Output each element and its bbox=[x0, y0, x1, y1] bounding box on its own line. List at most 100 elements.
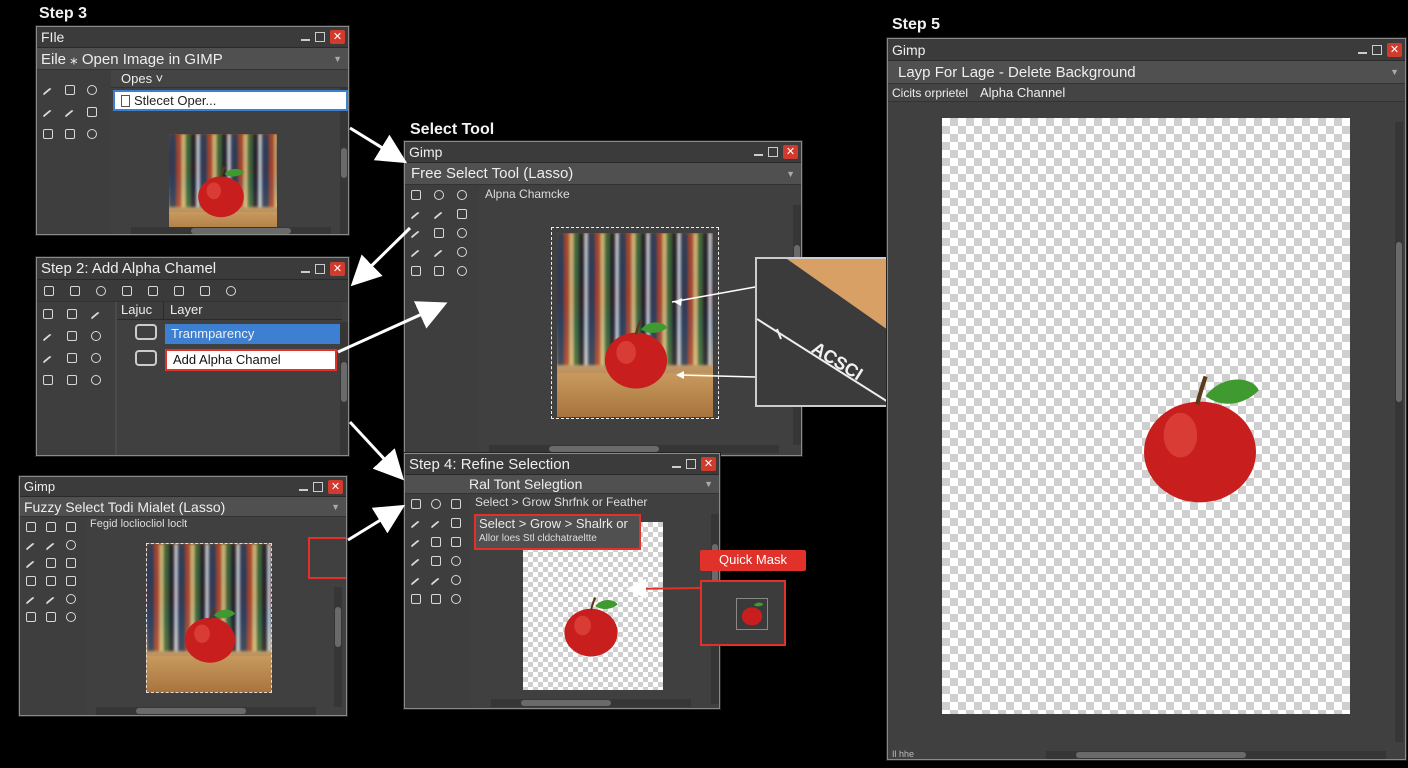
eyedropper-icon[interactable] bbox=[64, 106, 76, 118]
clone-icon[interactable] bbox=[45, 611, 57, 623]
chevron-down-icon[interactable]: ▼ bbox=[1390, 67, 1399, 77]
minimize-icon[interactable] bbox=[672, 460, 681, 468]
brush-icon[interactable] bbox=[25, 593, 37, 605]
minimize-icon[interactable] bbox=[299, 483, 308, 491]
ellipse-select-icon[interactable] bbox=[430, 498, 442, 510]
paintbrush-icon[interactable] bbox=[42, 84, 54, 96]
brush-icon[interactable] bbox=[410, 246, 422, 258]
text-icon[interactable] bbox=[65, 575, 77, 587]
open-window-menubar[interactable]: Eile ⁎ Open Image in GIMP ▼ bbox=[37, 48, 348, 70]
free-select-icon[interactable] bbox=[410, 208, 422, 220]
chevron-down-icon[interactable]: ▼ bbox=[704, 479, 713, 489]
maximize-icon[interactable] bbox=[315, 32, 325, 42]
layers-icon[interactable] bbox=[65, 557, 77, 569]
refine-window-titlebar[interactable]: Step 4: Refine Selection ✕ bbox=[405, 454, 719, 475]
pencil-icon[interactable] bbox=[42, 352, 54, 364]
ellipse-select-icon[interactable] bbox=[433, 189, 445, 201]
horizontal-scrollbar[interactable] bbox=[131, 227, 331, 234]
pencil-icon[interactable] bbox=[410, 536, 422, 548]
add-alpha-channel-item[interactable]: Add Alpha Chamel bbox=[165, 349, 337, 371]
close-icon[interactable]: ✕ bbox=[330, 261, 345, 276]
fuzzy-menubar[interactable]: Fuzzy Select Todi Mialet (Lasso) ▼ bbox=[20, 497, 346, 517]
lasso-icon[interactable] bbox=[86, 84, 98, 96]
vertical-scrollbar[interactable] bbox=[340, 322, 348, 455]
paint-icon[interactable] bbox=[65, 593, 77, 605]
open-icon[interactable] bbox=[69, 285, 81, 297]
maximize-icon[interactable] bbox=[768, 147, 778, 157]
chevron-down-icon[interactable]: ▼ bbox=[331, 502, 340, 512]
quick-mask-button[interactable]: Quick Mask bbox=[700, 550, 806, 571]
fuzzy-window-titlebar[interactable]: Gimp ✕ bbox=[20, 477, 346, 497]
save-icon[interactable] bbox=[173, 285, 185, 297]
final-window-titlebar[interactable]: Gimp ✕ bbox=[888, 39, 1405, 61]
close-icon[interactable]: ✕ bbox=[1387, 42, 1402, 57]
minimize-icon[interactable] bbox=[754, 148, 763, 156]
paste-icon[interactable] bbox=[121, 285, 133, 297]
eraser-icon[interactable] bbox=[25, 611, 37, 623]
align-icon[interactable] bbox=[450, 498, 462, 510]
gear-icon[interactable] bbox=[456, 265, 468, 277]
blur-icon[interactable] bbox=[90, 374, 102, 386]
horizontal-scrollbar[interactable] bbox=[491, 699, 691, 707]
rect-select-icon[interactable] bbox=[25, 521, 37, 533]
layer-icon[interactable] bbox=[42, 128, 54, 140]
refine-menubar[interactable]: Ral Tont Selegtion ▼ bbox=[405, 475, 719, 494]
pencil-icon[interactable] bbox=[25, 539, 37, 551]
eyedropper-icon[interactable] bbox=[410, 555, 422, 567]
vertical-scrollbar[interactable] bbox=[334, 587, 342, 707]
open-window-titlebar[interactable]: FIle ✕ bbox=[37, 27, 348, 48]
layers-icon[interactable] bbox=[450, 536, 462, 548]
fuzzy-select-icon[interactable] bbox=[450, 555, 462, 567]
grid-icon[interactable] bbox=[64, 84, 76, 96]
clone-icon[interactable] bbox=[430, 593, 442, 605]
align-icon[interactable] bbox=[66, 308, 78, 320]
scissors-icon[interactable] bbox=[45, 539, 57, 551]
crop-icon[interactable] bbox=[25, 575, 37, 587]
grid-icon[interactable] bbox=[65, 521, 77, 533]
eyedropper-icon[interactable] bbox=[25, 557, 37, 569]
paint-icon[interactable] bbox=[90, 352, 102, 364]
text-icon[interactable] bbox=[64, 128, 76, 140]
lasso-icon[interactable] bbox=[456, 189, 468, 201]
paint-icon[interactable] bbox=[450, 574, 462, 586]
horizontal-scrollbar[interactable] bbox=[1046, 751, 1386, 759]
crop-icon[interactable] bbox=[430, 536, 442, 548]
grid-icon[interactable] bbox=[450, 517, 462, 529]
gear-icon[interactable] bbox=[86, 128, 98, 140]
gear-icon[interactable] bbox=[65, 611, 77, 623]
align-icon[interactable] bbox=[456, 208, 468, 220]
paint-icon[interactable] bbox=[456, 246, 468, 258]
image-icon[interactable] bbox=[66, 374, 78, 386]
free-menubar[interactable]: Free Select Tool (Lasso) ▼ bbox=[405, 163, 801, 185]
chevron-down-icon[interactable]: ▼ bbox=[333, 54, 342, 64]
scissors-icon[interactable] bbox=[433, 208, 445, 220]
maximize-icon[interactable] bbox=[1372, 44, 1382, 55]
rect-select-icon[interactable] bbox=[410, 498, 422, 510]
smudge-icon[interactable] bbox=[433, 246, 445, 258]
eraser-icon[interactable] bbox=[66, 352, 78, 364]
smudge-icon[interactable] bbox=[45, 593, 57, 605]
image-icon[interactable] bbox=[430, 555, 442, 567]
align-icon[interactable] bbox=[45, 557, 57, 569]
folder-icon[interactable] bbox=[42, 374, 54, 386]
copy-icon[interactable] bbox=[147, 285, 159, 297]
print-icon[interactable] bbox=[199, 285, 211, 297]
open-tab[interactable]: Opes ˅ bbox=[111, 70, 348, 88]
horizontal-scrollbar[interactable] bbox=[489, 445, 779, 453]
chevron-down-icon[interactable]: ▼ bbox=[786, 169, 795, 179]
alpha-window-titlebar[interactable]: Step 2: Add Alpha Chamel ✕ bbox=[37, 258, 348, 280]
final-canvas[interactable]: Il hhe bbox=[888, 102, 1405, 759]
save-icon[interactable] bbox=[45, 575, 57, 587]
new-icon[interactable] bbox=[43, 285, 55, 297]
close-icon[interactable]: ✕ bbox=[783, 145, 798, 159]
move-icon[interactable] bbox=[42, 308, 54, 320]
pencil-icon[interactable] bbox=[42, 106, 54, 118]
pencil-icon[interactable] bbox=[410, 227, 422, 239]
fuzzy-select-icon[interactable] bbox=[456, 227, 468, 239]
brush-icon[interactable] bbox=[410, 574, 422, 586]
smudge-icon[interactable] bbox=[430, 574, 442, 586]
crop-icon[interactable] bbox=[433, 227, 445, 239]
image-icon[interactable] bbox=[45, 521, 57, 533]
free-select-icon[interactable] bbox=[410, 517, 422, 529]
quick-mask-preview[interactable] bbox=[700, 580, 786, 646]
